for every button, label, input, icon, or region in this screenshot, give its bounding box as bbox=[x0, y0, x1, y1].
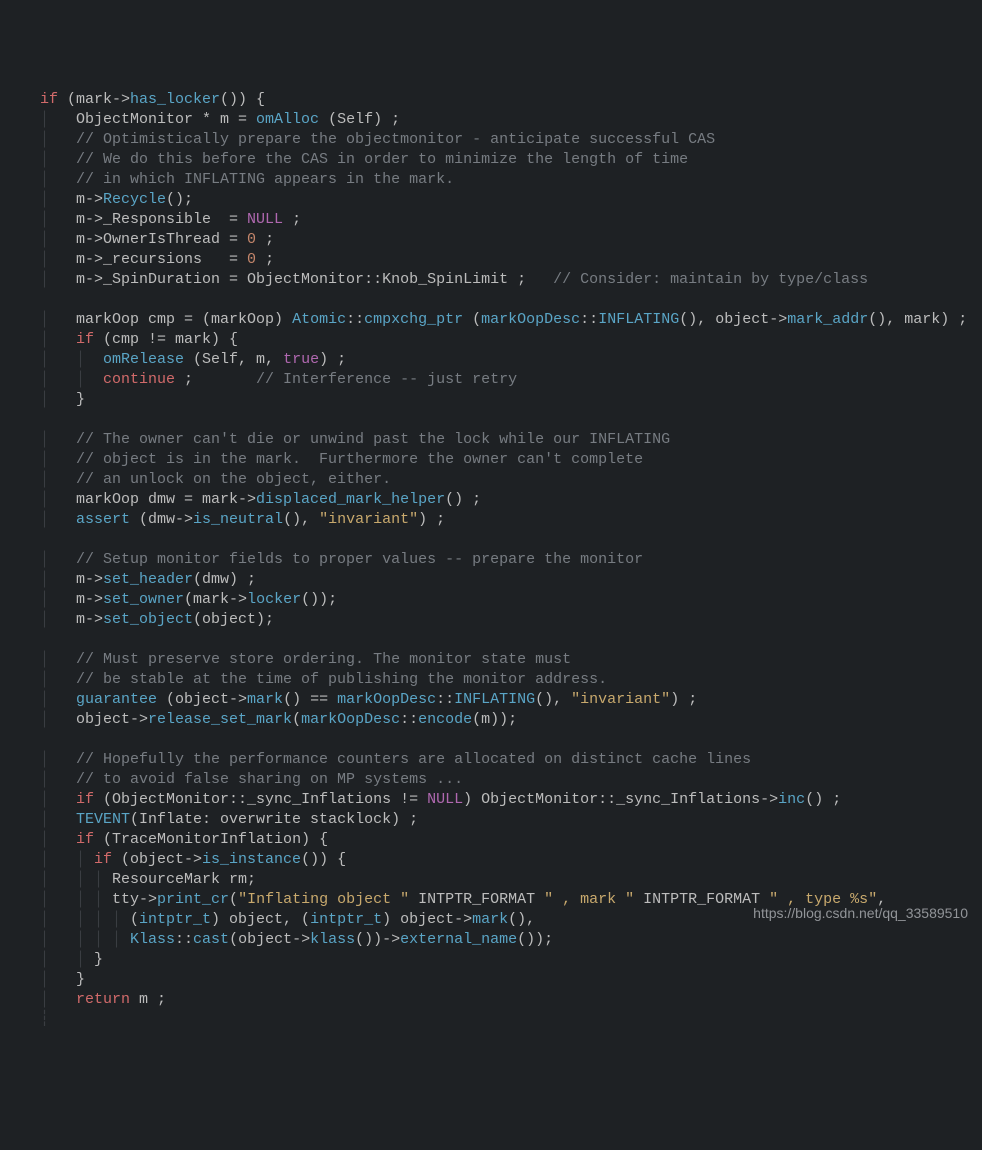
watermark-text: https://blog.csdn.net/qq_33589510 bbox=[753, 903, 968, 923]
code-block: if (mark->has_locker()) { │ ObjectMonito… bbox=[40, 90, 974, 1030]
